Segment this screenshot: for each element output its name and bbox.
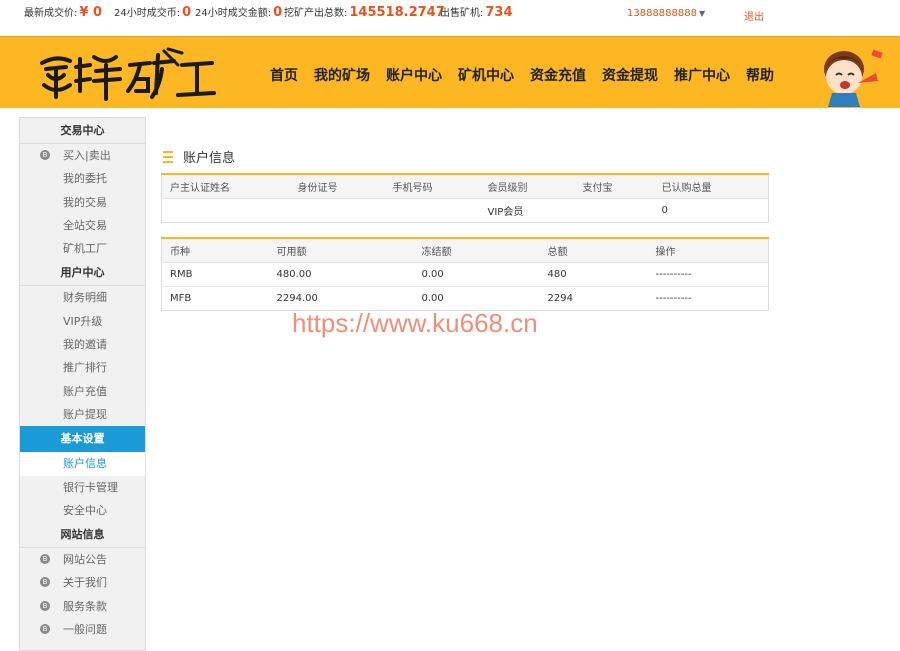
sidebar-item-ranking[interactable]: 推广排行: [20, 356, 145, 379]
logo-calligraphy: [40, 47, 216, 101]
table-header-row: 币种 可用额 冻结额 总额 操作: [161, 238, 769, 263]
top-stats-bar: 最新成交价: ¥ 0 24小时成交币: 0 24小时成交金额: 0 挖矿产出总数: 14…: [0, 0, 900, 36]
column-header: 支付宝: [574, 174, 654, 199]
column-header: 手机号码: [384, 174, 480, 199]
stat-miners-sold: 出售矿机: 734: [440, 4, 513, 20]
watermark-text: https://www.ku668.cn: [292, 308, 538, 338]
sidebar-item-buy-sell[interactable]: B 买入|卖出: [20, 144, 145, 167]
stat-label: 24小时成交金额:: [195, 8, 272, 19]
sidebar-item-miner-factory[interactable]: 矿机工厂: [20, 237, 145, 260]
nav-deposit[interactable]: 资金充值: [530, 65, 586, 85]
column-header: 身份证号: [289, 174, 385, 199]
username: 13888888888: [627, 8, 697, 19]
table-cell: ----------: [647, 262, 769, 287]
column-header: 总额: [539, 238, 648, 263]
coin-icon: B: [40, 150, 50, 160]
sidebar-item-finance[interactable]: 财务明细: [20, 286, 145, 309]
stat-latest-price: 最新成交价: ¥ 0: [24, 4, 102, 20]
sidebar-section-site-info: 网站信息: [20, 522, 145, 549]
logout-link[interactable]: 退出: [744, 8, 764, 23]
nav-my-mine[interactable]: 我的矿场: [314, 65, 370, 85]
stat-label: 出售矿机:: [440, 8, 484, 19]
page-title: 账户信息: [163, 147, 235, 166]
nav-account-center[interactable]: 账户中心: [386, 65, 442, 85]
table-cell: 0: [661, 204, 668, 216]
coin-icon: B: [40, 600, 50, 611]
sidebar-item-security[interactable]: 安全中心: [20, 499, 145, 522]
column-header: 会员级别: [479, 174, 575, 199]
column-header: 币种: [161, 238, 269, 263]
stat-value: ¥ 0: [79, 5, 102, 20]
table-cell: 480: [539, 262, 648, 287]
sidebar-item-my-trades[interactable]: 我的交易: [20, 191, 145, 214]
sidebar-item-terms[interactable]: B 服务条款: [20, 595, 145, 618]
stat-value: 0: [182, 5, 192, 20]
coin-icon: B: [40, 554, 50, 565]
chevron-down-icon: ▼: [699, 9, 706, 18]
stat-24h-volume: 24小时成交币: 0: [114, 4, 191, 20]
column-header: 冻结额: [413, 238, 540, 263]
sidebar-section-user: 用户中心: [20, 260, 145, 287]
nav-promotion[interactable]: 推广中心: [674, 65, 730, 85]
mascot-image: [812, 43, 892, 107]
list-icon: [163, 150, 173, 163]
sidebar-item-vip[interactable]: VIP升级: [20, 310, 145, 333]
table-cell: VIP会员: [487, 206, 524, 218]
stat-label: 24小时成交币:: [114, 8, 181, 19]
coin-icon: B: [40, 577, 50, 588]
sidebar-item-all-trades[interactable]: 全站交易: [20, 214, 145, 237]
nav-miner-center[interactable]: 矿机中心: [458, 65, 514, 85]
balance-table: 币种 可用额 冻结额 总额 操作 RMB 480.00 0.00 480 ---…: [161, 237, 769, 311]
table-cell: [575, 198, 654, 222]
stat-label: 最新成交价:: [24, 8, 78, 19]
sidebar-item-recharge[interactable]: 账户充值: [20, 380, 145, 403]
table-cell: [290, 198, 385, 222]
table-header-row: 户主认证姓名 身份证号 手机号码 会员级别 支付宝 已认购总量: [161, 174, 769, 199]
table-row: RMB 480.00 0.00 480 ----------: [161, 262, 769, 287]
column-header: 操作: [647, 238, 769, 263]
table-row: MFB 2294.00 0.00 2294 ----------: [162, 286, 769, 310]
sidebar-section-settings: 基本设置: [20, 426, 145, 453]
nav-help[interactable]: 帮助: [746, 65, 774, 85]
sidebar-item-my-orders[interactable]: 我的委托: [20, 167, 145, 190]
table-row: VIP会员 0: [162, 198, 769, 222]
site-header: 首页 我的矿场 账户中心 矿机中心 资金充值 资金提现 推广中心 帮助: [0, 36, 900, 108]
table-cell: ----------: [655, 292, 692, 304]
table-cell: [385, 198, 480, 222]
sidebar-item-bank-cards[interactable]: 银行卡管理: [20, 476, 145, 499]
stat-value: 145518.2747: [349, 5, 445, 20]
user-menu[interactable]: 13888888888 ▼: [627, 8, 705, 19]
sidebar-item-account-info[interactable]: 账户信息: [20, 452, 145, 476]
table-cell: 0.00: [413, 262, 540, 287]
stat-value: 734: [485, 5, 513, 20]
sidebar-item-about[interactable]: B 关于我们: [20, 571, 145, 594]
table-cell: 480.00: [268, 262, 414, 287]
table-cell: 0.00: [421, 292, 444, 304]
sidebar-item-announcements[interactable]: B 网站公告: [20, 548, 145, 571]
table-cell: MFB: [170, 292, 192, 304]
nav-withdraw[interactable]: 资金提现: [602, 65, 658, 85]
column-header: 户主认证姓名: [161, 174, 290, 199]
sidebar-section-trade: 交易中心: [20, 118, 145, 144]
nav-home[interactable]: 首页: [270, 65, 298, 85]
sidebar: 交易中心 B 买入|卖出 我的委托 我的交易 全站交易 矿机工厂 用户中心 财务明…: [19, 117, 146, 651]
table-cell: RMB: [161, 262, 269, 287]
stat-mining-output: 挖矿产出总数: 145518.2747: [284, 4, 445, 20]
stat-value: 0: [273, 5, 283, 20]
table-cell: [162, 198, 290, 222]
stat-label: 挖矿产出总数:: [284, 8, 348, 19]
table-cell: 2294.00: [276, 292, 318, 304]
column-header: 已认购总量: [653, 174, 769, 199]
coin-icon: B: [40, 624, 50, 635]
main-nav: 首页 我的矿场 账户中心 矿机中心 资金充值 资金提现 推广中心 帮助: [270, 65, 790, 85]
sidebar-item-withdraw[interactable]: 账户提现: [20, 403, 145, 426]
table-cell: 2294: [547, 292, 573, 304]
column-header: 可用额: [268, 238, 414, 263]
sidebar-item-faq[interactable]: B 一般问题: [20, 618, 145, 641]
site-logo[interactable]: [36, 45, 216, 103]
account-info-table: 户主认证姓名 身份证号 手机号码 会员级别 支付宝 已认购总量 VIP会员 0: [161, 173, 769, 223]
sidebar-item-invites[interactable]: 我的邀请: [20, 333, 145, 356]
stat-24h-amount: 24小时成交金额: 0: [195, 4, 282, 20]
